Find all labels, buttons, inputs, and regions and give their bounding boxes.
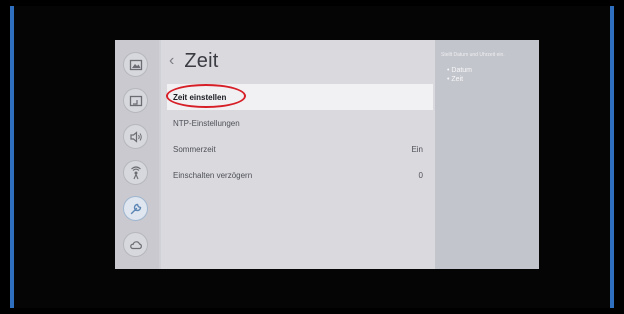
settings-category-rail (115, 40, 159, 269)
help-bullet: • Zeit (447, 76, 464, 83)
sound-icon[interactable] (123, 124, 148, 149)
menu-item-ntp-einstellungen[interactable]: NTP-Einstellungen (167, 110, 433, 136)
menu-item-label: Einschalten verzögern (173, 170, 253, 180)
menu-item-value: Ein (411, 144, 423, 154)
menu-item-label: Sommerzeit (173, 144, 216, 154)
page-title: Zeit (184, 49, 219, 72)
help-bullet: • Datum (447, 67, 473, 74)
menu-item-value: 0 (418, 170, 423, 180)
screenshot-frame: ‹ Zeit Zeit einstellen NTP-Einstellungen… (10, 6, 614, 308)
tv-settings-screen: ‹ Zeit Zeit einstellen NTP-Einstellungen… (115, 40, 539, 269)
picture-icon[interactable] (123, 52, 148, 77)
help-description: Stellt Datum und Uhrzeit ein. (441, 52, 505, 58)
menu-item-sommerzeit[interactable]: Sommerzeit Ein (167, 136, 433, 162)
help-bullet-list: • Datum • Zeit (447, 66, 472, 84)
network-icon[interactable] (123, 160, 148, 185)
cloud-icon[interactable] (123, 232, 148, 257)
help-side-panel: Stellt Datum und Uhrzeit ein. • Datum • … (435, 40, 539, 269)
input-icon[interactable] (123, 88, 148, 113)
menu-item-einschalten-verzoegern[interactable]: Einschalten verzögern 0 (167, 162, 433, 188)
highlight-annotation-oval (166, 84, 246, 108)
menu-item-label: NTP-Einstellungen (173, 118, 240, 128)
panel-header: ‹ Zeit (169, 48, 218, 74)
chevron-left-icon[interactable]: ‹ (169, 53, 174, 69)
support-wrench-icon[interactable] (123, 196, 148, 221)
time-settings-panel: ‹ Zeit Zeit einstellen NTP-Einstellungen… (161, 40, 435, 269)
